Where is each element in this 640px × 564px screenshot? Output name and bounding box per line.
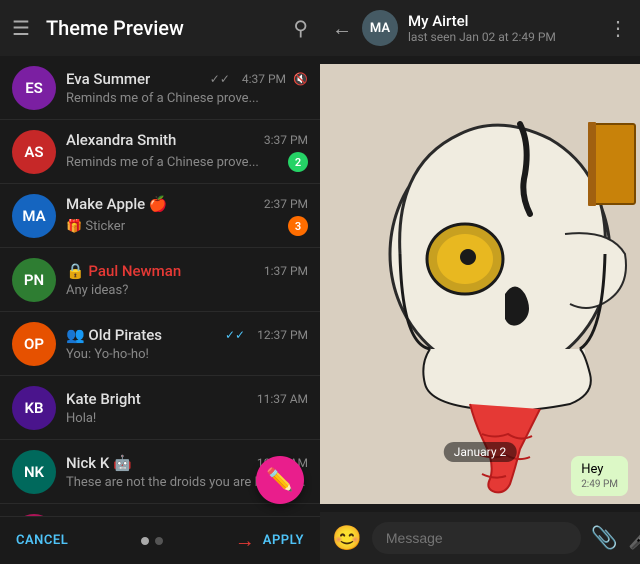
chat-preview-op: You: Yo-ho-ho! <box>66 347 308 362</box>
chat-background: January 2 Hey 2:49 PM <box>320 56 640 512</box>
left-footer: CANCEL → APPLY <box>0 516 320 564</box>
chat-name-as: Alexandra Smith <box>66 131 176 149</box>
badge-as: 2 <box>288 152 308 172</box>
left-panel: ☰ Theme Preview ⚲ ES Eva Summer ✓✓ 4:37 … <box>0 0 320 564</box>
dot-2 <box>155 537 163 545</box>
message-input[interactable] <box>372 522 581 554</box>
chat-time-op: 12:37 PM <box>257 328 308 342</box>
badge-ma: 3 <box>288 216 308 236</box>
more-options-icon[interactable]: ⋮ <box>608 16 628 40</box>
left-header: ☰ Theme Preview ⚲ <box>0 0 320 56</box>
contact-avatar: MA <box>362 10 398 46</box>
message-bubble: Hey 2:49 PM <box>571 456 628 496</box>
chat-content-kb: Kate Bright 11:37 AM Hola! <box>66 390 308 426</box>
chat-time-as: 3:37 PM <box>264 133 308 147</box>
message-time: 2:49 PM <box>581 479 618 490</box>
chat-content-op: 👥 Old Pirates ✓✓ 12:37 PM You: Yo-ho-ho! <box>66 326 308 362</box>
apply-arrow-icon: → <box>235 528 255 553</box>
mute-icon-es: 🔇 <box>293 72 308 86</box>
avatar-as: AS <box>12 130 56 174</box>
chat-time-es: 4:37 PM <box>242 72 286 86</box>
mic-button[interactable]: 🎤 <box>628 526 640 551</box>
chat-content-es: Eva Summer ✓✓ 4:37 PM 🔇 Reminds me of a … <box>66 70 308 106</box>
chat-name-nk: Nick K 🤖 <box>66 454 132 472</box>
attach-button[interactable]: 📎 <box>591 526 618 551</box>
avatar-nk: NK <box>12 450 56 494</box>
chat-item-as[interactable]: AS Alexandra Smith 3:37 PM Reminds me of… <box>0 120 320 184</box>
right-panel: ← MA My Airtel last seen Jan 02 at 2:49 … <box>320 0 640 564</box>
chat-list: ES Eva Summer ✓✓ 4:37 PM 🔇 Reminds me of… <box>0 56 320 516</box>
chat-preview-ma: 🎁 Sticker <box>66 219 282 234</box>
contact-name: My Airtel <box>408 12 598 30</box>
avatar-es: ES <box>12 66 56 110</box>
chat-preview-pn: Any ideas? <box>66 283 308 298</box>
chat-name-pn: 🔒 Paul Newman <box>66 262 181 280</box>
tick-op: ✓✓ <box>225 328 245 342</box>
chat-item-op[interactable]: OP 👥 Old Pirates ✓✓ 12:37 PM You: Yo-ho-… <box>0 312 320 376</box>
chat-item-pn[interactable]: PN 🔒 Paul Newman 1:37 PM Any ideas? <box>0 248 320 312</box>
dot-1 <box>141 537 149 545</box>
avatar-pn: PN <box>12 258 56 302</box>
emoji-button[interactable]: 😊 <box>332 524 362 552</box>
contact-status: last seen Jan 02 at 2:49 PM <box>408 30 598 44</box>
chat-time-kb: 11:37 AM <box>257 392 308 406</box>
menu-icon[interactable]: ☰ <box>12 16 30 40</box>
page-title: Theme Preview <box>46 16 277 40</box>
chat-content-as: Alexandra Smith 3:37 PM Reminds me of a … <box>66 131 308 172</box>
chat-name-ma: Make Apple 🍎 <box>66 195 168 213</box>
message-text: Hey <box>581 462 618 477</box>
chat-name-kb: Kate Bright <box>66 390 141 408</box>
chat-content-ma: Make Apple 🍎 2:37 PM 🎁 Sticker 3 <box>66 195 308 236</box>
date-bubble: January 2 <box>444 442 517 462</box>
right-footer: 😊 📎 🎤 <box>320 512 640 564</box>
chat-item-ma[interactable]: MA Make Apple 🍎 2:37 PM 🎁 Sticker 3 <box>0 184 320 248</box>
cancel-button[interactable]: CANCEL <box>16 533 68 548</box>
tick-es: ✓✓ <box>210 72 230 86</box>
chat-preview-kb: Hola! <box>66 411 308 426</box>
chat-item-kb[interactable]: KB Kate Bright 11:37 AM Hola! <box>0 376 320 440</box>
avatar-kb: KB <box>12 386 56 430</box>
chat-content-pn: 🔒 Paul Newman 1:37 PM Any ideas? <box>66 262 308 298</box>
chat-item-at[interactable]: AT Adler Toberg 🌻 9:37 AM Did someone sa… <box>0 504 320 516</box>
apply-area[interactable]: → APPLY <box>235 528 304 553</box>
pagination-dots <box>141 537 163 545</box>
compose-button[interactable]: ✏️ <box>256 456 304 504</box>
contact-info: My Airtel last seen Jan 02 at 2:49 PM <box>408 12 598 44</box>
avatar-ma: MA <box>12 194 56 238</box>
right-header: ← MA My Airtel last seen Jan 02 at 2:49 … <box>320 0 640 56</box>
apply-button[interactable]: APPLY <box>263 533 304 548</box>
chat-preview-as: Reminds me of a Chinese prove... <box>66 155 282 170</box>
back-button[interactable]: ← <box>332 16 352 41</box>
search-icon[interactable]: ⚲ <box>293 16 308 40</box>
chat-time-ma: 2:37 PM <box>264 197 308 211</box>
chat-name-es: Eva Summer <box>66 70 150 88</box>
avatar-op: OP <box>12 322 56 366</box>
chat-item-es[interactable]: ES Eva Summer ✓✓ 4:37 PM 🔇 Reminds me of… <box>0 56 320 120</box>
chat-preview-es: Reminds me of a Chinese prove... <box>66 91 308 106</box>
chat-time-pn: 1:37 PM <box>264 264 308 278</box>
chat-name-op: 👥 Old Pirates <box>66 326 162 344</box>
